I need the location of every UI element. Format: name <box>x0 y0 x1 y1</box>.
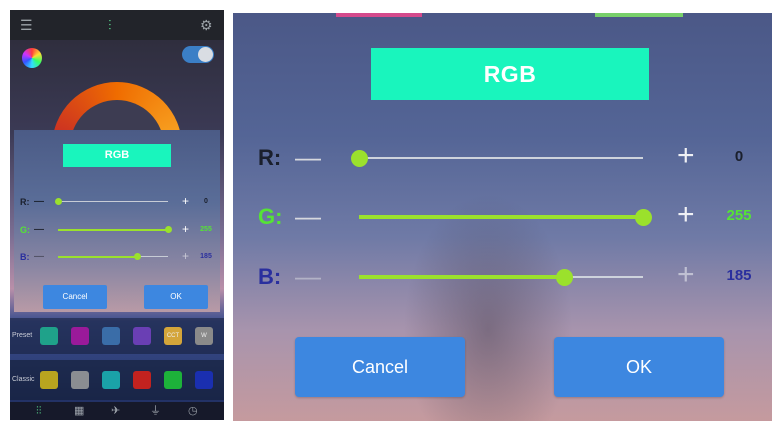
preset-swatch[interactable] <box>40 327 58 345</box>
channel-row-g: G: — + 255 <box>14 222 220 238</box>
power-toggle[interactable] <box>182 46 214 63</box>
channel-label: G: <box>258 204 283 229</box>
slider-track[interactable] <box>54 197 168 205</box>
classic-swatch[interactable] <box>133 371 151 389</box>
channel-label: G: <box>20 225 30 235</box>
plus-icon[interactable]: + <box>677 258 695 292</box>
channel-value: 255 <box>200 226 212 233</box>
preset-swatch[interactable]: W <box>195 327 213 345</box>
bottom-nav: ⫶⫶ ▦ ✈ ⏚ ◷ <box>10 402 224 420</box>
top-app-bar: ☰ ⫶ ⚙ <box>10 10 224 40</box>
grid-icon[interactable]: ▦ <box>74 402 84 420</box>
channel-value: 185 <box>726 267 752 284</box>
sliders-icon[interactable]: ⫶⫶ <box>36 402 42 420</box>
timer-icon[interactable]: ◷ <box>188 402 198 420</box>
channel-value: 0 <box>734 148 744 165</box>
slider-track[interactable] <box>350 150 643 167</box>
plus-icon[interactable]: + <box>182 194 189 208</box>
list-icon[interactable]: ☰ <box>20 16 33 34</box>
channel-row-r: R: — + 0 <box>233 139 772 176</box>
toggle-knob <box>198 47 213 62</box>
slider-track[interactable] <box>58 252 168 260</box>
slider-track[interactable] <box>359 269 643 286</box>
channel-label: R: <box>258 145 282 170</box>
slider-thumb[interactable] <box>556 269 574 286</box>
channel-value: 0 <box>204 198 208 205</box>
slider-thumb[interactable] <box>164 225 172 233</box>
plus-icon[interactable]: + <box>182 222 189 236</box>
slider-thumb[interactable] <box>134 252 142 260</box>
minus-icon[interactable]: — <box>34 223 44 237</box>
cancel-button[interactable]: Cancel <box>295 337 465 397</box>
minus-icon[interactable]: — <box>34 195 44 209</box>
cancel-button[interactable]: Cancel <box>43 285 107 309</box>
classic-swatch[interactable] <box>164 371 182 389</box>
ok-button[interactable]: OK <box>144 285 208 309</box>
slider-thumb[interactable] <box>54 197 62 205</box>
color-wheel-icon[interactable] <box>22 48 42 68</box>
gear-icon[interactable]: ⚙ <box>200 16 213 34</box>
slider-thumb[interactable] <box>350 150 368 167</box>
slider-thumb[interactable] <box>634 209 652 226</box>
rgb-dialog: RGB R: — + 0 G: — + 255 B: — + 185 Cance… <box>233 13 772 421</box>
slider-track[interactable] <box>58 225 172 233</box>
channel-row-r: R: — + 0 <box>14 194 220 210</box>
dialog-title: RGB <box>63 144 171 167</box>
channel-label: B: <box>20 252 30 262</box>
equalizer-icon[interactable]: ⫶ <box>108 16 112 34</box>
plus-icon[interactable]: + <box>677 139 695 173</box>
classic-label: Classic <box>12 376 35 383</box>
slider-track[interactable] <box>359 209 652 226</box>
microphone-icon[interactable]: ⏚ <box>150 402 161 420</box>
rgb-dialog-mini: RGB R: — + 0 G: — + 255 B: — + 185 Cance… <box>14 130 220 312</box>
minus-icon[interactable]: — <box>295 143 321 171</box>
channel-label: R: <box>20 197 30 207</box>
preset-swatch[interactable]: CCT <box>164 327 182 345</box>
preset-bar: Preset CCT W <box>10 318 224 354</box>
phone-screen: ☰ ⫶ ⚙ RGB R: — + 0 G: — + 255 B: — + 185 <box>10 10 224 420</box>
classic-swatch[interactable] <box>102 371 120 389</box>
preset-label: Preset <box>12 332 33 339</box>
airplane-icon[interactable]: ✈ <box>111 402 120 420</box>
channel-value: 185 <box>200 253 212 260</box>
plus-icon[interactable]: + <box>677 198 695 232</box>
minus-icon[interactable]: — <box>295 262 321 290</box>
classic-swatch[interactable] <box>71 371 89 389</box>
preset-swatch[interactable] <box>71 327 89 345</box>
preset-swatch[interactable] <box>133 327 151 345</box>
ok-button[interactable]: OK <box>554 337 724 397</box>
plus-icon[interactable]: + <box>182 249 189 263</box>
minus-icon[interactable]: — <box>295 202 321 230</box>
channel-row-b: B: — + 185 <box>14 249 220 265</box>
channel-value: 255 <box>726 207 752 224</box>
preset-swatch[interactable] <box>102 327 120 345</box>
tab-strip <box>595 13 683 17</box>
minus-icon[interactable]: — <box>34 250 44 264</box>
tab-strip <box>336 13 422 17</box>
channel-row-g: G: — + 255 <box>233 198 772 235</box>
classic-bar: Classic <box>10 360 224 400</box>
channel-row-b: B: — + 185 <box>233 258 772 295</box>
dialog-title: RGB <box>371 48 649 100</box>
classic-swatch[interactable] <box>40 371 58 389</box>
classic-swatch[interactable] <box>195 371 213 389</box>
channel-label: B: <box>258 264 282 289</box>
